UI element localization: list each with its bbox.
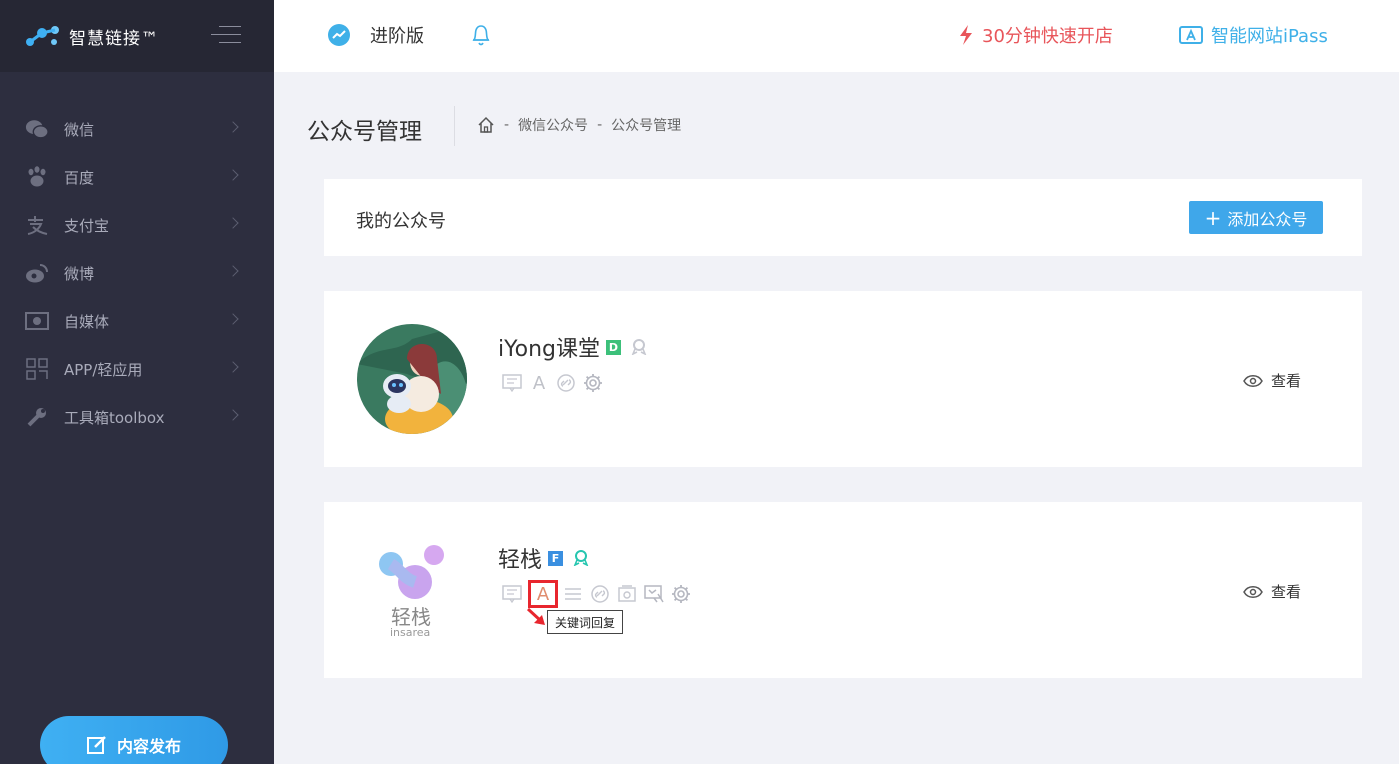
publish-label: 内容发布	[116, 737, 181, 756]
sidebar-item-baidu[interactable]: 百度	[0, 153, 274, 201]
edit-icon	[86, 735, 107, 755]
breadcrumb-separator: -	[504, 117, 510, 133]
chevron-right-icon	[227, 361, 239, 373]
sidebar-item-label: 工具箱toolbox	[64, 408, 165, 427]
plus-icon: +	[1204, 205, 1222, 230]
add-account-button[interactable]: + 添加公众号	[1189, 201, 1323, 234]
account-card: 轻栈 insarea 轻栈 F A 查看	[324, 502, 1362, 678]
message-icon[interactable]	[499, 583, 525, 605]
accounts-panel-title: 我的公众号	[356, 211, 446, 232]
red-arrow-icon	[526, 607, 545, 625]
sidebar-menu: 微信 百度 支付宝 微博 自媒体 APP/轻应用 工具箱toolbox	[0, 105, 274, 441]
keyword-reply-icon[interactable]: A	[526, 372, 552, 394]
wechat-icon	[25, 117, 49, 141]
link-icon[interactable]	[553, 372, 579, 394]
chevron-right-icon	[227, 217, 239, 229]
app-grid-icon	[25, 357, 49, 381]
breadcrumb-item: 公众号管理	[611, 118, 682, 134]
keyword-reply-icon[interactable]: A	[528, 580, 558, 608]
account-tools: A	[499, 372, 607, 394]
media-icon	[25, 309, 49, 333]
bell-icon[interactable]	[470, 23, 492, 51]
breadcrumb: - 微信公众号 - 公众号管理	[477, 115, 681, 135]
breadcrumb-separator: -	[597, 117, 603, 133]
eye-icon	[1243, 374, 1263, 388]
account-avatar[interactable]	[357, 324, 467, 434]
version-indicator[interactable]: 进阶版	[328, 22, 424, 48]
view-label: 查看	[1271, 583, 1302, 601]
version-chart-icon	[328, 24, 350, 46]
message-icon[interactable]	[499, 372, 525, 394]
settings-icon[interactable]	[580, 372, 606, 394]
sidebar-item-wechat[interactable]: 微信	[0, 105, 274, 153]
logo-subtext: insarea	[390, 626, 431, 639]
chat-image-icon[interactable]	[641, 583, 667, 605]
view-account-button[interactable]: 查看	[1243, 581, 1301, 602]
account-type-badge: D	[606, 339, 621, 355]
ipass-icon	[1179, 26, 1203, 44]
wrench-icon	[25, 405, 49, 429]
ipass-label: 智能网站iPass	[1211, 26, 1328, 47]
alipay-icon	[25, 213, 49, 237]
verified-green-icon	[573, 550, 589, 566]
sidebar-item-weibo[interactable]: 微博	[0, 249, 274, 297]
chevron-right-icon	[227, 409, 239, 421]
keyword-reply-tooltip: 关键词回复	[547, 610, 624, 634]
sidebar-item-label: 支付宝	[64, 216, 110, 235]
account-name: 轻栈 F	[498, 542, 589, 574]
sidebar-item-label: 自媒体	[64, 312, 110, 331]
sidebar-item-label: 微信	[64, 120, 95, 139]
eye-icon	[1243, 585, 1263, 599]
chevron-right-icon	[227, 265, 239, 277]
link-icon[interactable]	[587, 583, 613, 605]
view-label: 查看	[1271, 372, 1302, 390]
sidebar-item-toolbox[interactable]: 工具箱toolbox	[0, 393, 274, 441]
verified-grey-icon	[631, 339, 647, 355]
title-divider	[454, 106, 455, 146]
menu-toggle-icon[interactable]	[211, 26, 241, 44]
view-account-button[interactable]: 查看	[1243, 370, 1301, 391]
menu-list-icon[interactable]	[560, 583, 586, 605]
home-icon[interactable]	[477, 116, 495, 134]
version-label: 进阶版	[370, 26, 424, 47]
sidebar-item-media[interactable]: 自媒体	[0, 297, 274, 345]
account-tools: A	[499, 580, 695, 608]
ipass-link[interactable]: 智能网站iPass	[1179, 22, 1328, 48]
media-library-icon[interactable]	[614, 583, 640, 605]
sidebar-item-alipay[interactable]: 支付宝	[0, 201, 274, 249]
top-header: 进阶版 30分钟快速开店 智能网站iPass	[274, 0, 1399, 72]
sidebar: 智慧链接™ 微信 百度 支付宝 微博 自媒体 APP/轻应用 工具箱toolbo…	[0, 0, 274, 764]
sidebar-item-label: APP/轻应用	[64, 360, 143, 379]
sidebar-item-label: 百度	[64, 168, 95, 187]
account-card: iYong课堂 D A 查看	[324, 291, 1362, 467]
account-name-text: iYong课堂	[498, 337, 600, 362]
chevron-right-icon	[227, 121, 239, 133]
app-logo[interactable]: 智慧链接™	[25, 24, 159, 49]
sidebar-item-app[interactable]: APP/轻应用	[0, 345, 274, 393]
account-name-text: 轻栈	[498, 548, 543, 573]
quick-store-label: 30分钟快速开店	[982, 26, 1113, 47]
breadcrumb-item[interactable]: 微信公众号	[518, 115, 588, 135]
baidu-paw-icon	[25, 165, 49, 189]
account-name: iYong课堂 D	[498, 331, 647, 363]
accounts-header-card: 我的公众号 + 添加公众号	[324, 179, 1362, 256]
settings-icon[interactable]	[668, 583, 694, 605]
publish-content-button[interactable]: 内容发布	[40, 716, 228, 764]
quick-store-link[interactable]: 30分钟快速开店	[958, 22, 1113, 48]
chevron-right-icon	[227, 313, 239, 325]
logo-icon	[26, 26, 59, 46]
sidebar-item-label: 微博	[64, 264, 95, 283]
lightning-icon	[960, 25, 972, 45]
chevron-right-icon	[227, 169, 239, 181]
page-title: 公众号管理	[307, 119, 422, 145]
account-type-badge: F	[548, 550, 564, 566]
weibo-icon	[25, 261, 49, 285]
app-name: 智慧链接™	[69, 28, 159, 49]
add-account-label: 添加公众号	[1227, 209, 1308, 229]
account-logo[interactable]: 轻栈 insarea	[357, 540, 467, 650]
